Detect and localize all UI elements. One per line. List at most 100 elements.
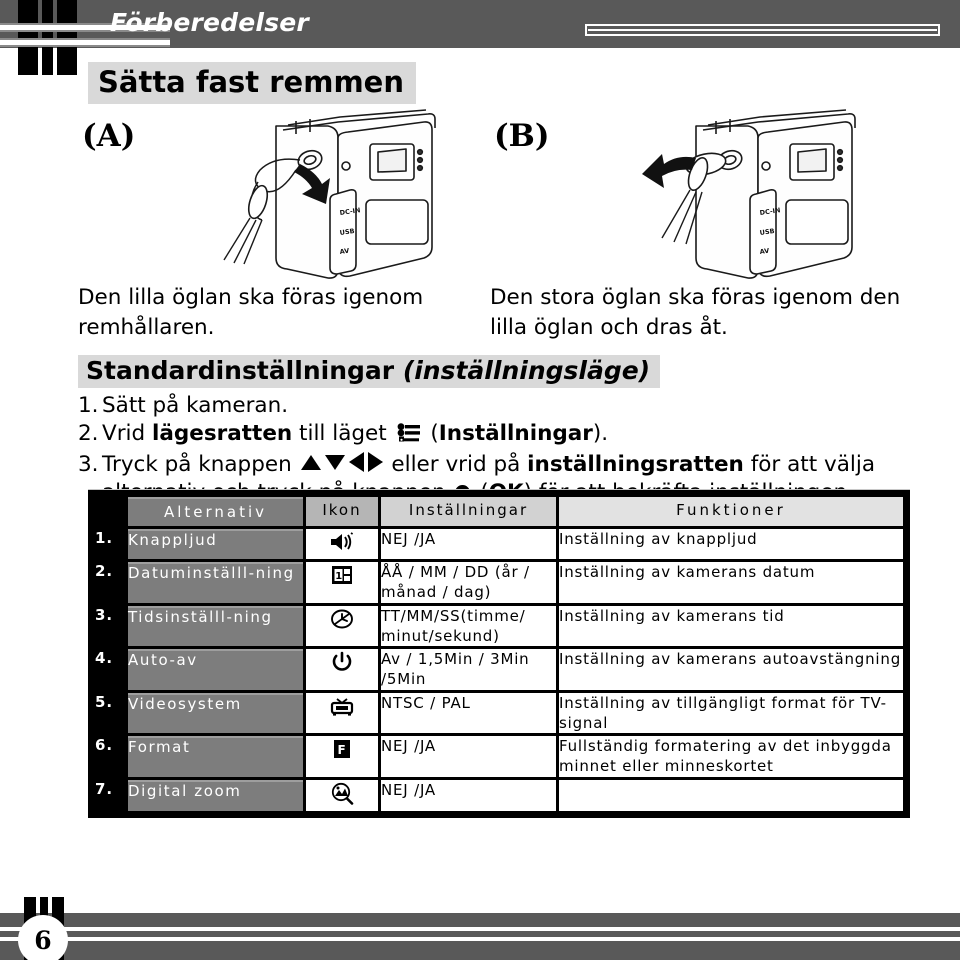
- standard-settings-heading-main: Standardinställningar: [86, 356, 395, 385]
- cell-ikon: [306, 605, 378, 646]
- table-row: 2. Datuminställl-ning 1 ÅÅ / MM / DD (år / …: [95, 562, 903, 603]
- step-text: Sätt på kameran.: [102, 392, 928, 420]
- figure-b-label: (B): [494, 118, 550, 154]
- cell-index: 3.: [95, 605, 125, 646]
- digital-zoom-icon: [330, 782, 354, 805]
- cell-ikon: [306, 779, 378, 811]
- step-fragment: (: [423, 420, 439, 446]
- table-row: 5. Videosystem NTSC / PAL Inställning av ti…: [95, 692, 903, 733]
- cell-installningar: Av / 1,5Min / 3Min /5Min: [381, 649, 556, 690]
- clock-icon: [330, 608, 354, 630]
- step-emphasis: Inställningar: [438, 420, 593, 446]
- cell-index: 7.: [95, 779, 125, 811]
- tv-icon: [330, 695, 354, 717]
- cell-installningar: NEJ /JA: [381, 736, 556, 777]
- cell-installningar: ÅÅ / MM / DD (år / månad / dag): [381, 562, 556, 603]
- figure-captions: Den lilla öglan ska föras igenom remhåll…: [0, 283, 960, 355]
- cell-funktioner: Inställning av kamerans autoavstängning: [559, 649, 903, 690]
- settings-table-head: Alternativ Ikon Inställningar Funktioner: [95, 497, 903, 526]
- cell-alternativ: Format: [128, 736, 303, 777]
- cell-index: 4.: [95, 649, 125, 690]
- header-rule-2: [0, 38, 170, 47]
- cell-ikon: F: [306, 736, 378, 777]
- settings-table: Alternativ Ikon Inställningar Funktioner…: [92, 494, 906, 814]
- cell-alternativ: Videosystem: [128, 692, 303, 733]
- port-label-av: AV: [759, 247, 770, 256]
- cell-funktioner: Inställning av tillgängligt format för T…: [559, 692, 903, 733]
- header-cell-installningar: Inställningar: [381, 497, 556, 526]
- step-fragment: till läget: [292, 420, 394, 446]
- chapter-title: Förberedelser: [110, 8, 309, 37]
- cell-ikon: [306, 649, 378, 690]
- page-footer: 6: [0, 897, 960, 965]
- cell-funktioner: [559, 779, 903, 811]
- cell-index: 5.: [95, 692, 125, 733]
- step-fragment: ).: [592, 420, 609, 446]
- camera-strap-illustration-a: DC-IN USB AV: [223, 109, 436, 279]
- setup-mode-icon: [396, 423, 422, 451]
- cell-funktioner: Inställning av kamerans datum: [559, 562, 903, 603]
- cell-funktioner: Inställning av kamerans tid: [559, 605, 903, 646]
- page-number: 6: [18, 915, 68, 965]
- table-row: 3. Tidsinställl-ning TT/MM/SS(timme/ minut…: [95, 605, 903, 646]
- power-icon: [331, 651, 353, 673]
- cell-alternativ: Auto-av: [128, 649, 303, 690]
- cell-funktioner: Inställning av knappljud: [559, 529, 903, 559]
- figure-group: (A) DC-IN USB AV (B) DC-IN USB AV: [0, 108, 960, 283]
- step-number: 1.: [78, 393, 99, 418]
- table-header-row: Alternativ Ikon Inställningar Funktioner: [95, 497, 903, 526]
- caption-b: Den stora öglan ska föras igenom den lil…: [490, 285, 901, 340]
- port-label-av: AV: [339, 247, 350, 256]
- cell-installningar: TT/MM/SS(timme/ minut/sekund): [381, 605, 556, 646]
- standard-settings-heading: Standardinställningar (inställningsläge): [78, 355, 661, 388]
- standard-settings-heading-italic: (inställningsläge): [402, 356, 651, 385]
- setting-step: 2. Vrid lägesratten till läget (Inställni…: [78, 420, 928, 451]
- step-emphasis: lägesratten: [152, 420, 293, 446]
- svg-text:F: F: [338, 743, 346, 757]
- footer-rule-1: [0, 927, 960, 931]
- cell-funktioner: Fullständig formatering av det inbyggda …: [559, 736, 903, 777]
- step-emphasis: inställningsratten: [527, 451, 744, 477]
- settings-table-body: 1. Knappljud NEJ /JA Inställning av knapplj…: [95, 529, 903, 811]
- table-row: 4. Auto-av Av / 1,5Min / 3Min /5Min Inställ…: [95, 649, 903, 690]
- page-content: Sätta fast remmen (A) DC-IN USB AV (B) D…: [0, 48, 960, 507]
- step-fragment: Tryck på knappen: [102, 451, 299, 477]
- step-fragment: Sätt på kameran.: [102, 393, 289, 418]
- cell-index: 6.: [95, 736, 125, 777]
- step-number: 2.: [78, 420, 99, 446]
- step-fragment: eller vrid på: [384, 451, 528, 477]
- cell-ikon: [306, 529, 378, 559]
- arrow-down-icon: [324, 454, 345, 470]
- speaker-icon: [329, 531, 355, 553]
- cell-alternativ: Digital zoom: [128, 779, 303, 811]
- camera-strap-illustration-b: DC-IN USB AV: [642, 109, 856, 279]
- cell-ikon: 1: [306, 562, 378, 603]
- settings-table-wrapper: Alternativ Ikon Inställningar Funktioner…: [88, 489, 910, 818]
- header-right-rule: [585, 24, 940, 36]
- arrow-up-icon: [300, 454, 321, 470]
- setting-step: 1. Sätt på kameran.: [78, 392, 928, 420]
- cell-alternativ: Knappljud: [128, 529, 303, 559]
- arrow-left-icon: [348, 451, 364, 472]
- step-text: Vrid lägesratten till läget (Inställning…: [102, 420, 928, 451]
- step-fragment: Vrid: [102, 420, 153, 446]
- cell-index: 2.: [95, 562, 125, 603]
- calendar-icon: 1: [331, 564, 353, 586]
- header-cell-ikon: Ikon: [306, 497, 378, 526]
- format-icon: F: [332, 738, 352, 760]
- header-cell-index: [95, 497, 125, 526]
- figure-a-label: (A): [82, 118, 136, 154]
- section-title: Sätta fast remmen: [88, 62, 416, 104]
- footer-rule-2: [0, 937, 960, 941]
- cell-installningar: NTSC / PAL: [381, 692, 556, 733]
- header-cell-funktioner: Funktioner: [559, 497, 903, 526]
- cell-installningar: NEJ /JA: [381, 529, 556, 559]
- cell-ikon: [306, 692, 378, 733]
- table-row: 7. Digital zoom NEJ /JA: [95, 779, 903, 811]
- svg-text:1: 1: [335, 571, 342, 582]
- table-row: 1. Knappljud NEJ /JA Inställning av knapplj…: [95, 529, 903, 559]
- cell-installningar: NEJ /JA: [381, 779, 556, 811]
- arrow-right-icon: [367, 451, 383, 472]
- header-cell-alternativ: Alternativ: [128, 497, 303, 526]
- caption-a: Den lilla öglan ska föras igenom remhåll…: [78, 285, 424, 340]
